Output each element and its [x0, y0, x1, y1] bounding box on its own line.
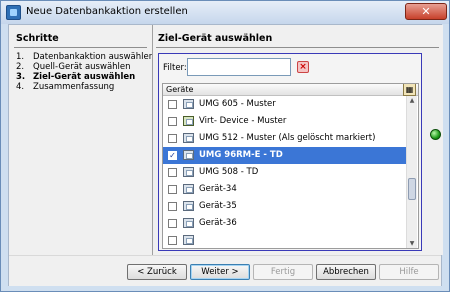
device-icon [183, 167, 194, 177]
app-icon [6, 5, 21, 20]
table-header: Geräte ▦ [163, 84, 418, 96]
scroll-up-icon[interactable]: ▲ [407, 96, 417, 105]
device-icon [183, 99, 194, 109]
row-checkbox[interactable] [168, 168, 177, 177]
finish-button[interactable]: Fertig [253, 264, 313, 280]
device-icon [183, 133, 194, 143]
table-row[interactable]: Virt- Device - Muster [163, 113, 406, 130]
row-checkbox[interactable] [168, 100, 177, 109]
table-row[interactable]: Gerät-35 [163, 198, 406, 215]
table-row[interactable]: Gerät-36 [163, 215, 406, 232]
steps-title: Schritte [16, 33, 59, 44]
wizard-footer: < Zurück Weiter > Fertig Abbrechen Hilfe [9, 255, 441, 286]
vertical-scrollbar[interactable]: ▲ ▼ [406, 96, 417, 248]
device-icon [183, 150, 194, 160]
device-name: Gerät-36 [199, 218, 237, 228]
device-icon [183, 184, 194, 194]
table-row-selected[interactable]: ✓ UMG 96RM-E - TD [163, 147, 406, 164]
main-pane: Ziel-Gerät auswählen Filter: × Geräte ▦ [152, 25, 443, 255]
row-checkbox[interactable] [168, 236, 177, 245]
back-button[interactable]: < Zurück [127, 264, 187, 280]
row-checkbox[interactable] [168, 134, 177, 143]
step-item: 2. Quell-Gerät auswählen [16, 62, 152, 72]
steps-pane: Schritte 1. Datenbankaktion auswählen 2. Q… [9, 25, 155, 255]
step-number: 2. [16, 62, 25, 72]
table-row[interactable]: UMG 605 - Muster [163, 96, 406, 113]
title-bar: Neue Datenbankaktion erstellen ✕ [1, 1, 449, 24]
device-name: UMG 512 - Muster (Als gelöscht markiert) [199, 133, 376, 143]
column-chooser-icon[interactable]: ▦ [403, 84, 416, 96]
wizard-content: Schritte 1. Datenbankaktion auswählen 2. Q… [8, 24, 443, 286]
filter-input[interactable] [187, 58, 291, 76]
device-name: Gerät-35 [199, 201, 237, 211]
title-divider [156, 47, 439, 48]
device-selection-panel: Filter: × Geräte ▦ UMG 605 - Muster Virt… [158, 53, 422, 251]
step-label: Ziel-Gerät auswählen [33, 72, 136, 82]
row-checkbox[interactable] [168, 117, 177, 126]
help-button[interactable]: Hilfe [379, 264, 439, 280]
device-icon [183, 235, 194, 245]
device-icon [183, 218, 194, 228]
close-button[interactable]: ✕ [405, 3, 447, 20]
device-name: UMG 508 - TD [199, 167, 259, 177]
step-number: 1. [16, 52, 25, 62]
device-name: UMG 96RM-E - TD [199, 150, 283, 160]
scroll-thumb[interactable] [408, 178, 416, 200]
column-header-devices[interactable]: Geräte [166, 85, 193, 94]
device-name: Gerät-34 [199, 184, 237, 194]
wizard-window: Neue Datenbankaktion erstellen ✕ Schritt… [0, 0, 450, 292]
cancel-button[interactable]: Abbrechen [316, 264, 376, 280]
row-checkbox[interactable] [168, 202, 177, 211]
row-checkbox[interactable] [168, 185, 177, 194]
status-indicator-icon [430, 129, 441, 140]
step-item: 4. Zusammenfassung [16, 82, 152, 92]
step-item: 1. Datenbankaktion auswählen [16, 52, 155, 62]
table-row[interactable]: Gerät-34 [163, 181, 406, 198]
page-title: Ziel-Gerät auswählen [158, 33, 273, 44]
table-row[interactable]: UMG 512 - Muster (Als gelöscht markiert) [163, 130, 406, 147]
step-number: 3. [16, 72, 26, 82]
step-label: Zusammenfassung [33, 82, 115, 92]
row-checkbox-checked[interactable]: ✓ [168, 151, 177, 160]
step-item-current: 3. Ziel-Gerät auswählen [16, 72, 152, 82]
step-number: 4. [16, 82, 25, 92]
scroll-down-icon[interactable]: ▼ [407, 239, 417, 248]
step-label: Datenbankaktion auswählen [33, 52, 155, 62]
steps-divider [14, 47, 147, 48]
step-label: Quell-Gerät auswählen [33, 62, 131, 72]
table-row[interactable] [163, 232, 406, 248]
device-name: UMG 605 - Muster [199, 99, 276, 109]
clear-filter-icon[interactable]: × [297, 61, 309, 73]
window-title: Neue Datenbankaktion erstellen [26, 6, 188, 17]
virtual-device-icon [183, 116, 194, 126]
next-button[interactable]: Weiter > [190, 264, 250, 280]
row-checkbox[interactable] [168, 219, 177, 228]
table-row[interactable]: UMG 508 - TD [163, 164, 406, 181]
device-name: Virt- Device - Muster [199, 116, 287, 126]
device-icon [183, 201, 194, 211]
filter-label: Filter: [163, 63, 187, 73]
device-table: Geräte ▦ UMG 605 - Muster Virt- Device -… [162, 83, 419, 249]
